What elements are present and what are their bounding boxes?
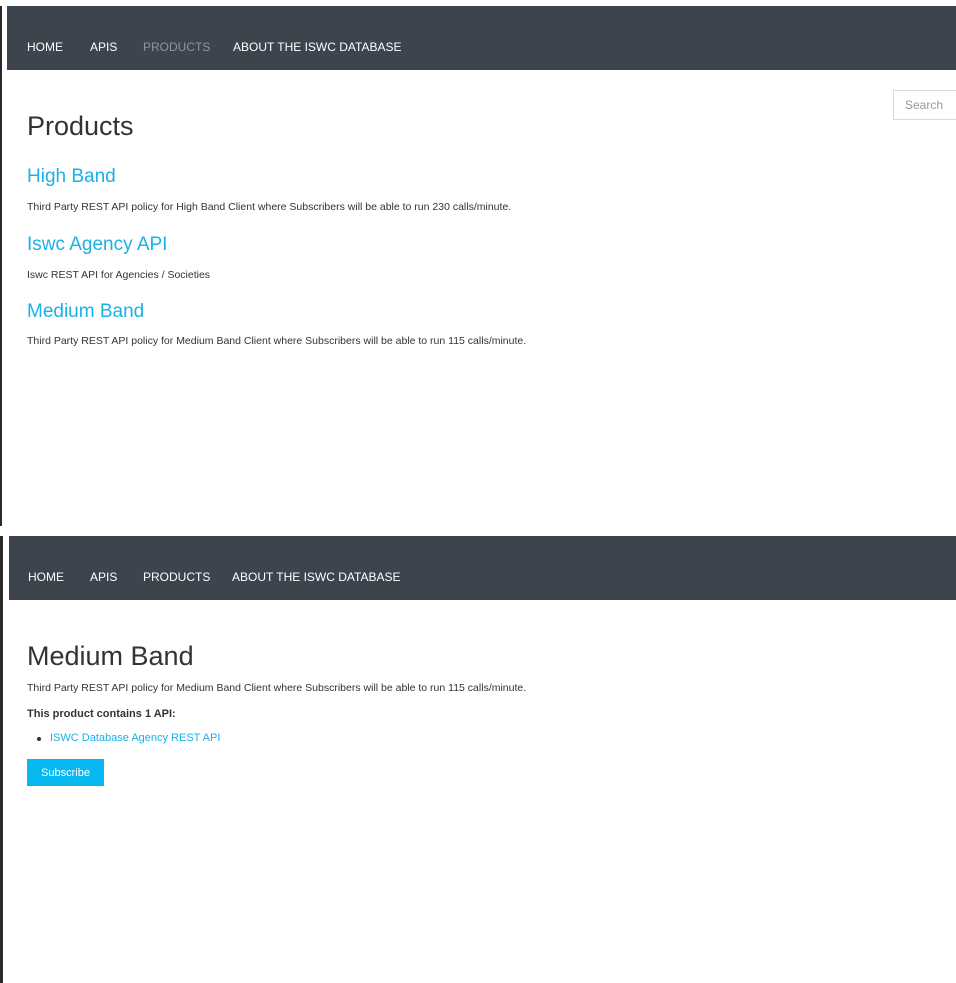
products-page-screenshot: HOME APIS PRODUCTS ABOUT THE ISWC DATABA… [0, 6, 956, 526]
nav-apis[interactable]: APIS [90, 40, 117, 54]
subscribe-button[interactable]: Subscribe [27, 759, 104, 786]
contains-apis-label: This product contains 1 API: [27, 708, 176, 720]
product-description: Third Party REST API policy for High Ban… [27, 201, 512, 213]
search-input[interactable]: Search [893, 90, 956, 120]
top-navbar: HOME APIS PRODUCTS ABOUT THE ISWC DATABA… [7, 6, 956, 70]
bullet-icon [37, 737, 41, 741]
api-link[interactable]: ISWC Database Agency REST API [50, 732, 220, 744]
window-edge [0, 6, 2, 526]
nav-products[interactable]: PRODUCTS [143, 570, 210, 584]
nav-apis[interactable]: APIS [90, 570, 117, 584]
product-link-iswc-agency-api[interactable]: Iswc Agency API [27, 234, 167, 256]
page-title: Medium Band [27, 641, 194, 671]
nav-home[interactable]: HOME [27, 40, 63, 54]
nav-home[interactable]: HOME [28, 570, 64, 584]
product-link-medium-band[interactable]: Medium Band [27, 301, 144, 323]
product-description: Third Party REST API policy for Medium B… [27, 335, 527, 347]
top-navbar: HOME APIS PRODUCTS ABOUT THE ISWC DATABA… [9, 536, 956, 600]
product-description: Iswc REST API for Agencies / Societies [27, 269, 211, 281]
nav-about[interactable]: ABOUT THE ISWC DATABASE [233, 40, 401, 54]
product-description: Third Party REST API policy for Medium B… [27, 682, 527, 694]
nav-about[interactable]: ABOUT THE ISWC DATABASE [232, 570, 400, 584]
product-detail-screenshot: HOME APIS PRODUCTS ABOUT THE ISWC DATABA… [0, 536, 956, 983]
nav-products-active[interactable]: PRODUCTS [143, 40, 210, 54]
window-edge [0, 536, 3, 983]
page-title: Products [27, 111, 134, 141]
product-link-high-band[interactable]: High Band [27, 166, 116, 188]
